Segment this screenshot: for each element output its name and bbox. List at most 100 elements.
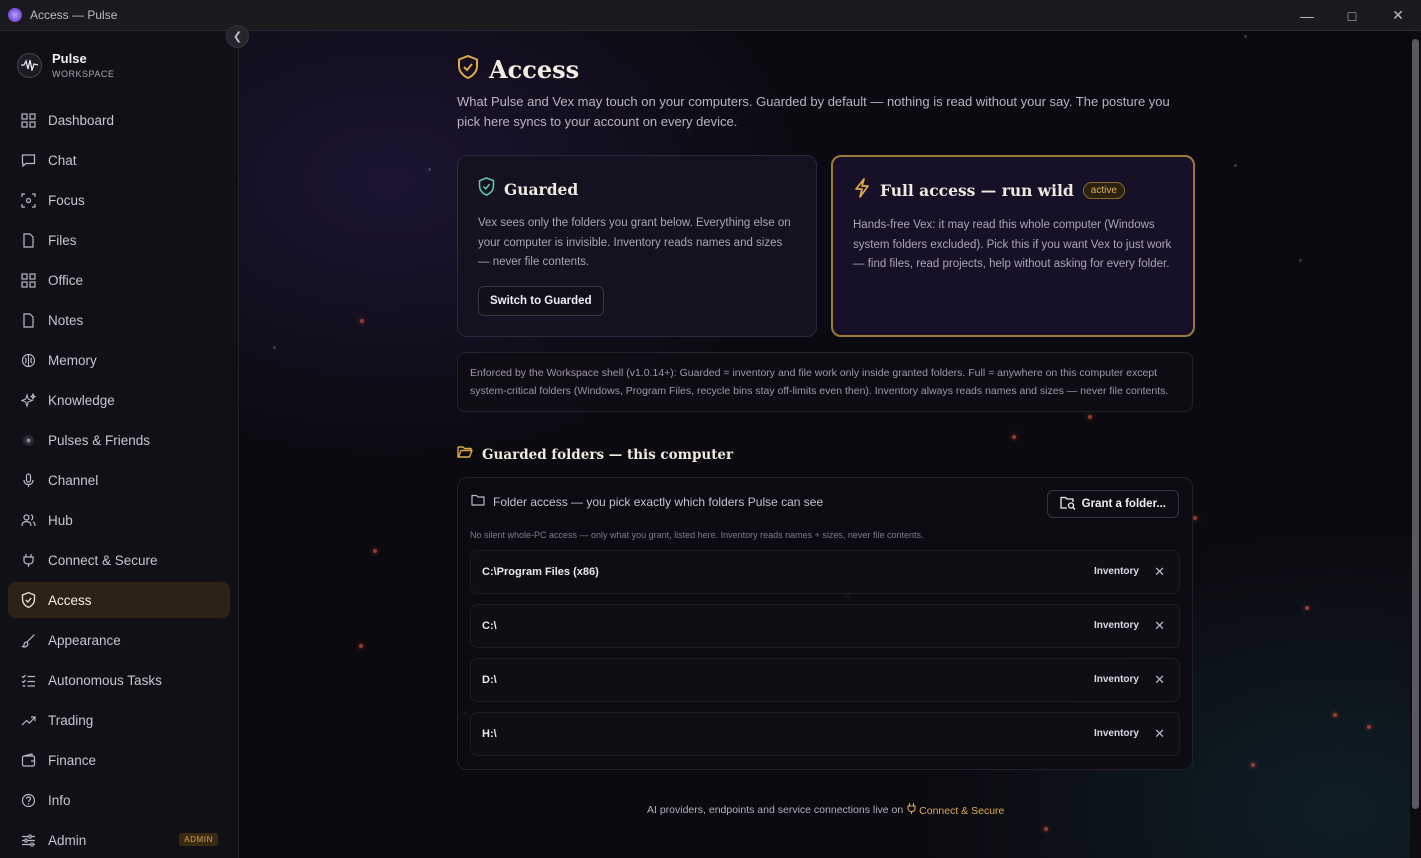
sidebar-item-label: Autonomous Tasks [48, 672, 162, 688]
page-description: What Pulse and Vex may touch on your com… [457, 94, 1170, 129]
chat-icon [20, 152, 36, 168]
sidebar-item-label: Channel [48, 472, 99, 488]
sidebar-item-label: Trading [48, 712, 94, 728]
sidebar-item-label: Finance [48, 752, 97, 768]
sidebar-item-label: Pulses & Friends [48, 432, 151, 448]
remove-folder-icon[interactable]: ✕ [1154, 618, 1165, 634]
folder-row: C:\Program Files (x86) Inventory ✕ [470, 550, 1180, 594]
plug-icon [907, 803, 916, 814]
sidebar-item-access[interactable]: Access [8, 582, 230, 618]
sidebar-item-label: Chat [48, 152, 77, 168]
ember-decoration [1251, 763, 1255, 767]
sidebar-item-label: Notes [48, 312, 84, 328]
remove-folder-icon[interactable]: ✕ [1154, 726, 1165, 742]
close-window-button[interactable]: ✕ [1375, 0, 1421, 31]
guarded-posture-card[interactable]: Guarded Vex sees only the folders you gr… [457, 155, 817, 337]
plug-icon [20, 552, 36, 568]
ember-decoration [273, 346, 276, 349]
folder-path: C:\Program Files (x86) [482, 566, 599, 578]
switch-to-guarded-button[interactable]: Switch to Guarded [478, 285, 604, 316]
sidebar-item-chat[interactable]: Chat [8, 142, 230, 178]
guarded-folders-header: Guarded folders — this computer [457, 445, 733, 464]
brush-icon [20, 632, 36, 648]
folder-path: C:\ [482, 620, 497, 632]
folder-panel-subtitle: No silent whole-PC access — only what yo… [470, 530, 924, 540]
sidebar-item-label: Dashboard [48, 112, 115, 128]
page-title: Access [489, 55, 580, 84]
sidebar-item-label: Connect & Secure [48, 552, 158, 568]
scrollbar[interactable] [1410, 31, 1421, 858]
sidebar-item-dashboard[interactable]: Dashboard [8, 102, 230, 138]
sidebar: Pulse WORKSPACE Dashboard Chat Focus Files O… [0, 31, 239, 858]
minimize-button[interactable]: — [1284, 0, 1330, 31]
trend-icon [20, 712, 36, 728]
sidebar-item-memory[interactable]: Memory [8, 342, 230, 378]
sidebar-item-label: Files [48, 232, 77, 248]
folder-mode[interactable]: Inventory [1094, 566, 1139, 577]
folder-row: C:\ Inventory ✕ [470, 604, 1180, 648]
connect-secure-link-label: Connect & Secure [919, 805, 1005, 817]
full-access-posture-card[interactable]: Full access — run wild active Hands-free… [831, 155, 1195, 337]
scrollbar-thumb[interactable] [1412, 39, 1419, 809]
folder-panel-title: Folder access — you pick exactly which f… [493, 494, 824, 509]
sidebar-item-focus[interactable]: Focus [8, 182, 230, 218]
full-access-description: Hands-free Vex: it may read this whole c… [853, 219, 1172, 270]
sliders-icon [20, 832, 36, 848]
brain-icon [20, 352, 36, 368]
grid-icon [20, 272, 36, 288]
chevron-left-icon: ❮ [232, 31, 243, 43]
folder-path: H:\ [482, 728, 497, 740]
folder-open-icon [457, 445, 473, 464]
brand: Pulse WORKSPACE [17, 51, 114, 79]
sidebar-item-label: Access [48, 592, 92, 608]
users-icon [20, 512, 36, 528]
sidebar-item-appearance[interactable]: Appearance [8, 622, 230, 658]
ember-decoration [1333, 713, 1337, 717]
folder-path: D:\ [482, 674, 497, 686]
sidebar-item-info[interactable]: Info [8, 782, 230, 818]
full-access-title: Full access — run wild [880, 181, 1074, 200]
ember-decoration [1367, 725, 1371, 729]
sidebar-item-notes[interactable]: Notes [8, 302, 230, 338]
sidebar-item-label: Appearance [48, 632, 121, 648]
window-title: Access — Pulse [30, 8, 118, 22]
sidebar-item-files[interactable]: Files [8, 222, 230, 258]
sidebar-item-connect-secure[interactable]: Connect & Secure [8, 542, 230, 578]
sidebar-item-admin[interactable]: Admin ADMIN [8, 822, 230, 858]
sidebar-item-label: Memory [48, 352, 97, 368]
folder-row: D:\ Inventory ✕ [470, 658, 1180, 702]
grant-folder-button[interactable]: Grant a folder... [1046, 490, 1179, 518]
remove-folder-icon[interactable]: ✕ [1154, 672, 1165, 688]
sidebar-item-label: Focus [48, 192, 85, 208]
ember-decoration [1305, 606, 1309, 610]
sidebar-item-finance[interactable]: Finance [8, 742, 230, 778]
sidebar-item-knowledge[interactable]: Knowledge [8, 382, 230, 418]
connect-secure-link[interactable]: Connect & Secure [907, 803, 1004, 817]
active-badge: active [1082, 182, 1125, 199]
folder-mode[interactable]: Inventory [1094, 620, 1139, 631]
sidebar-item-autonomous-tasks[interactable]: Autonomous Tasks [8, 662, 230, 698]
sidebar-item-office[interactable]: Office [8, 262, 230, 298]
ember-decoration [1088, 415, 1092, 419]
folder-mode[interactable]: Inventory [1094, 674, 1139, 685]
sidebar-item-pulses-friends[interactable]: Pulses & Friends [8, 422, 230, 458]
ember-decoration [359, 644, 363, 648]
shield-icon [20, 592, 36, 608]
remove-folder-icon[interactable]: ✕ [1154, 564, 1165, 580]
ember-decoration [373, 549, 377, 553]
folder-mode[interactable]: Inventory [1094, 728, 1139, 739]
sidebar-item-label: Knowledge [48, 392, 115, 408]
lightning-icon [853, 178, 871, 203]
ember-decoration [360, 319, 364, 323]
app-icon [8, 8, 22, 22]
sidebar-nav: Dashboard Chat Focus Files Office Notes Memory… [8, 102, 230, 858]
sidebar-item-channel[interactable]: Channel [8, 462, 230, 498]
shield-check-icon [457, 54, 479, 84]
sidebar-item-trading[interactable]: Trading [8, 702, 230, 738]
sidebar-item-hub[interactable]: Hub [8, 502, 230, 538]
ember-decoration [1044, 827, 1048, 831]
maximize-button[interactable]: □ [1329, 0, 1375, 31]
sidebar-item-label: Office [48, 272, 84, 288]
collapse-sidebar-button[interactable]: ❮ [226, 25, 249, 48]
sidebar-item-label: Hub [48, 512, 73, 528]
